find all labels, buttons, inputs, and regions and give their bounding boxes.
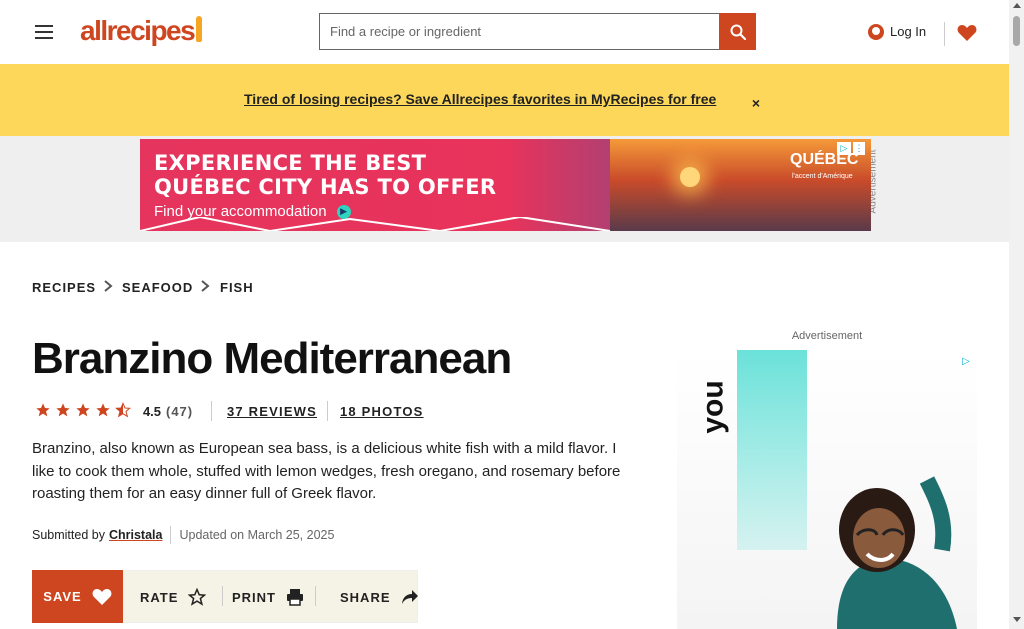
recipe-description: Branzino, also known as European sea bas… — [32, 440, 621, 502]
action-divider — [222, 586, 223, 606]
page-title: Branzino Mediterranean — [32, 334, 512, 383]
save-label: SAVE — [43, 589, 82, 604]
submitted-by-label: Submitted by — [32, 528, 105, 542]
share-arrow-icon — [401, 590, 418, 604]
ad-sun — [680, 167, 700, 187]
login-button[interactable]: Log In — [868, 18, 934, 45]
breadcrumb-fish[interactable]: FISH — [220, 277, 256, 297]
reviews-link[interactable]: 37 REVIEWS — [227, 401, 316, 421]
byline-divider — [170, 526, 172, 544]
search-bar — [319, 13, 757, 50]
ad-headline-2: QUÉBEC CITY HAS TO OFFER — [154, 175, 497, 199]
scroll-up-arrow-icon[interactable] — [1013, 3, 1021, 8]
adchoices-icon[interactable]: ▷ — [957, 354, 975, 368]
breadcrumb-recipes[interactable]: RECIPES — [32, 277, 95, 297]
rating-stars — [34, 402, 132, 418]
print-button[interactable]: PRINT — [232, 585, 304, 609]
half-star-icon[interactable] — [114, 402, 132, 418]
site-header: allrecipes Log In — [0, 0, 1009, 64]
header-divider — [944, 22, 945, 46]
rating-value[interactable]: 4.5 — [140, 402, 164, 420]
updated-date: Updated on March 25, 2025 — [179, 528, 335, 542]
ad-headline-1: EXPERIENCE THE BEST — [154, 151, 427, 175]
print-label: PRINT — [232, 589, 276, 605]
rating-divider — [211, 401, 212, 421]
user-icon — [868, 23, 884, 40]
ad-label: Advertisement — [791, 330, 863, 342]
search-icon — [730, 24, 746, 40]
heart-icon — [92, 588, 112, 605]
action-divider — [315, 586, 316, 606]
ad-more-icon[interactable]: ⋮ — [853, 142, 865, 155]
menu-icon[interactable] — [30, 18, 57, 45]
ad-brand-tagline: l'accent d'Amérique — [792, 173, 853, 180]
logo-text: allrecipes — [80, 15, 196, 46]
author-link[interactable]: Christala — [109, 528, 163, 542]
photos-link[interactable]: 18 PHOTOS — [340, 401, 424, 421]
star-icon[interactable] — [74, 402, 92, 418]
reviews-divider — [327, 401, 328, 421]
chevron-right-icon — [104, 280, 113, 292]
byline: Submitted by Christala Updated on March … — [32, 526, 334, 544]
scroll-thumb[interactable] — [1013, 16, 1020, 46]
favorites-button[interactable] — [956, 19, 978, 47]
share-label: SHARE — [340, 589, 391, 605]
allrecipes-logo[interactable]: allrecipes — [80, 14, 209, 48]
login-label: Log In — [890, 24, 927, 39]
star-icon[interactable] — [54, 402, 72, 418]
star-icon[interactable] — [94, 402, 112, 418]
rating-count: (47) — [166, 403, 194, 419]
search-input[interactable] — [319, 13, 719, 50]
heart-icon — [957, 25, 977, 41]
adchoices-icon[interactable]: ▷ — [837, 142, 851, 155]
ad-person-image — [837, 476, 957, 629]
spoon-icon — [196, 16, 203, 42]
ad-zigzag-decoration — [140, 217, 611, 231]
promo-link[interactable]: Tired of losing recipes? Save Allrecipes… — [244, 91, 733, 111]
save-button[interactable]: SAVE — [32, 570, 123, 623]
share-button[interactable]: SHARE — [340, 585, 419, 609]
promo-close-button[interactable]: × — [747, 94, 765, 111]
rate-label: RATE — [140, 589, 179, 605]
breadcrumb-seafood[interactable]: SEAFOOD — [122, 277, 192, 297]
star-icon[interactable] — [34, 402, 52, 418]
chevron-right-icon — [201, 280, 210, 292]
sidebar-ad[interactable]: you ▷ — [677, 350, 977, 629]
search-button[interactable] — [719, 13, 756, 50]
rate-button[interactable]: RATE — [140, 585, 207, 609]
quebec-ad-banner[interactable]: EXPERIENCE THE BEST QUÉBEC CITY HAS TO O… — [140, 139, 871, 231]
scroll-down-arrow-icon[interactable] — [1013, 617, 1021, 622]
printer-icon — [287, 589, 303, 606]
ad-text: you — [696, 380, 730, 434]
star-outline-icon — [188, 588, 207, 606]
page-scrollbar[interactable] — [1009, 0, 1024, 629]
